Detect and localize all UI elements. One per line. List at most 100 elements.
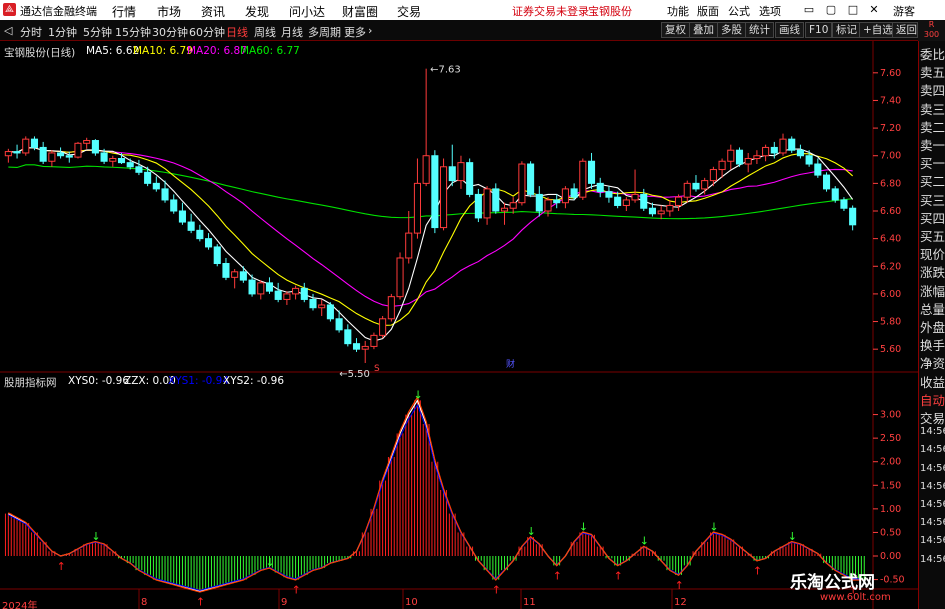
right-panel-item[interactable]: 买四	[920, 208, 945, 227]
right-panel-item[interactable]: 14:56	[920, 481, 945, 492]
right-panel-item[interactable]: 卖二	[920, 117, 945, 136]
right-panel-item[interactable]: 卖四	[920, 80, 945, 99]
right-panel-item[interactable]: 14:56	[920, 499, 945, 510]
indicator-tick-label: 0.50	[880, 527, 901, 538]
maximize-icon[interactable]: □	[845, 2, 861, 17]
period-1min[interactable]: 1分钟	[48, 24, 77, 40]
close-icon[interactable]: ✕	[866, 2, 882, 17]
period-5min[interactable]: 5分钟	[83, 24, 112, 40]
right-panel-item[interactable]: 委比	[920, 44, 945, 63]
scroll-left-icon[interactable]: ◁	[4, 24, 12, 37]
right-panel-item[interactable]: 卖五	[920, 62, 945, 81]
menu-faxian[interactable]: 发现	[245, 3, 269, 20]
minimize-icon[interactable]: ▭	[801, 2, 817, 17]
right-panel-item[interactable]: 买三	[920, 190, 945, 209]
candle-body	[561, 188, 569, 204]
ma20-legend: MA20: 6.87	[187, 45, 247, 57]
period-fenshi[interactable]: 分时	[20, 24, 42, 40]
fuquan-button[interactable]: 复权	[661, 22, 690, 38]
right-panel-item[interactable]: 现价	[920, 244, 945, 263]
period-15min[interactable]: 15分钟	[115, 24, 151, 40]
right-panel-item[interactable]: 卖一	[920, 135, 945, 154]
restore-icon[interactable]: ▢	[823, 2, 839, 17]
menu-wenxiaoda[interactable]: 问小达	[289, 3, 325, 20]
menu-banmian[interactable]: 版面	[697, 3, 719, 19]
draw-line-button[interactable]: 画线	[775, 22, 804, 38]
mark-button[interactable]: 标记	[832, 22, 861, 38]
period-60min[interactable]: 60分钟	[189, 24, 225, 40]
buy-signal-arrow: ↑	[753, 565, 762, 578]
menu-caifuquan[interactable]: 财富圈	[342, 3, 378, 20]
candle-body	[518, 163, 526, 204]
period-toolbar: ◁ 分时 1分钟 5分钟 15分钟 30分钟 60分钟 日线 周线 月线 多周期…	[0, 20, 945, 41]
menu-hangqing[interactable]: 行情	[112, 3, 136, 20]
date-label-dec: 12	[674, 597, 687, 608]
right-panel-item[interactable]: 买五	[920, 226, 945, 245]
right-panel-item[interactable]: 交易	[920, 408, 945, 427]
indicator-tick-label: -0.50	[880, 575, 905, 586]
back-button[interactable]: 返回	[892, 22, 918, 38]
multi-stock-button[interactable]: 多股	[717, 22, 746, 38]
candle-body	[535, 193, 543, 212]
candle-body	[596, 182, 604, 193]
ma10-legend: MA10: 6.79	[133, 45, 193, 57]
candle-body	[675, 196, 683, 206]
menu-shichang[interactable]: 市场	[157, 3, 181, 20]
right-panel-item[interactable]: 收益	[920, 372, 945, 391]
more-chevron-icon[interactable]: ›	[368, 24, 372, 37]
trade-login-alert[interactable]: 证券交易未登录	[512, 3, 589, 19]
period-weekly[interactable]: 周线	[254, 24, 276, 40]
candle-body	[292, 287, 300, 295]
price-tick-label: 6.60	[880, 206, 901, 217]
overlay-button[interactable]: 叠加	[689, 22, 718, 38]
candle-body	[474, 193, 482, 219]
right-panel-item[interactable]: 14:56	[920, 426, 945, 437]
date-label-oct: 10	[405, 597, 418, 608]
right-panel-item[interactable]: 涨跌	[920, 262, 945, 281]
candle-body	[126, 162, 134, 168]
right-panel-item[interactable]: 14:56	[920, 535, 945, 546]
right-panel-item[interactable]: 换手	[920, 335, 945, 354]
title-bar: ⟁ 通达信金融终端 行情 市场 资讯 发现 问小达 财富圈 交易 证券交易未登录…	[0, 0, 945, 20]
price-tick-label: 7.00	[880, 151, 901, 162]
right-panel-item[interactable]: 买二	[920, 171, 945, 190]
candle-body	[413, 182, 421, 234]
f10-button[interactable]: F10	[805, 22, 833, 38]
period-multi[interactable]: 多周期	[308, 24, 341, 40]
candle-body	[161, 188, 169, 201]
candle-body	[648, 207, 657, 215]
buy-signal-arrow: ↑	[196, 595, 205, 608]
candle-body	[4, 151, 12, 157]
menu-gongshi[interactable]: 公式	[728, 3, 750, 19]
right-panel-item[interactable]: 外盘	[920, 317, 945, 336]
period-monthly[interactable]: 月线	[281, 24, 303, 40]
right-panel-item[interactable]: 涨幅	[920, 281, 945, 300]
guest-label[interactable]: 游客	[893, 3, 915, 19]
sell-signal-arrow: ↓	[579, 520, 588, 533]
candle-body	[796, 149, 804, 157]
right-panel-item[interactable]: 买一	[920, 153, 945, 172]
candlestick-chart[interactable]: 7.60 7.40 7.20 7.00 6.80 6.60 6.40 6.20 6.00 5.80…	[0, 41, 918, 609]
candle-body	[187, 221, 195, 231]
right-panel-item[interactable]: 14:56	[920, 517, 945, 528]
right-tab-header[interactable]: R 300	[918, 20, 945, 41]
menu-gongneng[interactable]: 功能	[667, 3, 689, 19]
menu-jiaoyi[interactable]: 交易	[397, 3, 421, 20]
period-30min[interactable]: 30分钟	[152, 24, 188, 40]
candle-body	[248, 279, 256, 295]
right-panel-item[interactable]: 净资	[920, 353, 945, 372]
right-panel-item[interactable]: 卖三	[920, 99, 945, 118]
candle-body	[326, 304, 334, 320]
right-panel-item[interactable]: 14:56	[920, 554, 945, 565]
app-logo-icon: ⟁	[3, 3, 16, 16]
right-panel-item[interactable]: 14:56	[920, 463, 945, 474]
right-panel-item[interactable]: 14:56	[920, 444, 945, 455]
period-more[interactable]: 更多	[344, 24, 366, 40]
period-daily[interactable]: 日线	[226, 24, 248, 40]
stats-button[interactable]: 统计	[745, 22, 774, 38]
right-panel-item[interactable]: 总量	[920, 299, 945, 318]
menu-xuanxiang[interactable]: 选项	[759, 3, 781, 19]
right-panel-item[interactable]: 自动	[920, 390, 945, 409]
chart-area[interactable]: 7.60 7.40 7.20 7.00 6.80 6.60 6.40 6.20 6.00 5.80…	[0, 41, 918, 609]
menu-zixun[interactable]: 资讯	[201, 3, 225, 20]
